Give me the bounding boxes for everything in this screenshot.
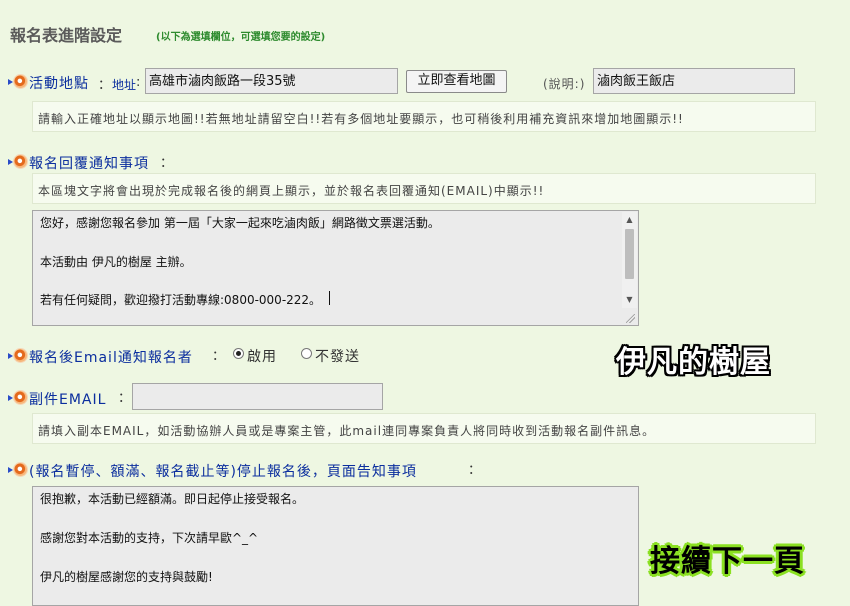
- location-colon: ：: [98, 78, 112, 93]
- textarea-scrollbar[interactable]: ▲ ▼: [622, 212, 637, 308]
- textarea-line: 很抱歉，本活動已經額滿。即日起停止接受報名。: [40, 492, 305, 506]
- reply-notice-label: 報名回覆通知事項: [29, 156, 149, 172]
- address-input[interactable]: 高雄市滷肉飯路一段35號: [145, 68, 398, 94]
- stop-notice-label: (報名暫停、額滿、報名截止等)停止報名後，頁面告知事項: [29, 464, 417, 480]
- orange-bullet-icon: [8, 75, 27, 88]
- orange-bullet-icon: [8, 349, 27, 362]
- radio-disable-label: 不發送: [315, 349, 360, 365]
- cc-email-input[interactable]: [132, 383, 383, 410]
- orange-bullet-icon: [8, 463, 27, 476]
- scroll-down-icon[interactable]: ▼: [624, 295, 635, 305]
- stop-notice-colon: ：: [468, 463, 482, 478]
- cc-email-label: 副件EMAIL: [29, 392, 107, 408]
- textarea-line: 若有任何疑問，歡迎撥打活動專線:0800-000-222。: [40, 293, 322, 307]
- scroll-thumb[interactable]: [625, 229, 634, 279]
- note-label: (說明:): [543, 77, 586, 91]
- scroll-up-icon[interactable]: ▲: [624, 215, 635, 225]
- textarea-line: 您好，感謝您報名參加 第一屆「大家一起來吃滷肉飯」網路徵文票選活動。: [40, 216, 440, 230]
- view-map-button[interactable]: 立即查看地圖: [406, 70, 507, 93]
- address-label: 地址: [112, 78, 137, 92]
- textarea-line: 本活動由 伊凡的樹屋 主辦。: [40, 255, 192, 269]
- page-subtitle: (以下為選填欄位，可選填您要的設定): [156, 32, 326, 43]
- text-caret: [329, 291, 330, 305]
- reply-notice-hint: 本區塊文字將會出現於完成報名後的網頁上顯示，並於報名表回覆通知(EMAIL)中顯…: [32, 173, 816, 204]
- resize-grip-icon[interactable]: [626, 314, 635, 323]
- location-hint: 請輸入正確地址以顯示地圖!!若無地址請留空白!!若有多個地址要顯示，也可稍後利用…: [32, 101, 816, 132]
- radio-disable[interactable]: [301, 348, 312, 359]
- watermark-top: 伊凡的樹屋: [616, 345, 771, 380]
- note-input[interactable]: 滷肉飯王飯店: [593, 68, 795, 94]
- location-label: 活動地點: [29, 76, 89, 92]
- textarea-line: 伊凡的樹屋感謝您的支持與鼓勵!: [40, 570, 213, 584]
- orange-bullet-icon: [8, 391, 27, 404]
- reply-notice-colon: ：: [160, 156, 174, 171]
- watermark-bottom: 接續下一頁: [650, 544, 805, 579]
- radio-enable-label: 啟用: [247, 349, 277, 365]
- cc-email-colon: ：: [118, 391, 132, 406]
- cc-email-hint: 請填入副本EMAIL，如活動協辦人員或是專案主管，此mail連同專案負責人將同時…: [32, 413, 816, 444]
- textarea-line: 感謝您對本活動的支持，下次請早歐^_^: [40, 531, 259, 545]
- email-notify-label: 報名後Email通知報名者: [29, 350, 193, 366]
- orange-bullet-icon: [8, 155, 27, 168]
- address-colon: :: [136, 75, 141, 90]
- stop-notice-textarea[interactable]: 很抱歉，本活動已經額滿。即日起停止接受報名。 感謝您對本活動的支持，下次請早歐^…: [32, 486, 639, 606]
- radio-enable[interactable]: [233, 348, 244, 359]
- email-notify-colon: ：: [212, 349, 226, 364]
- reply-notice-textarea[interactable]: 您好，感謝您報名參加 第一屆「大家一起來吃滷肉飯」網路徵文票選活動。 本活動由 …: [32, 210, 639, 326]
- page-title: 報名表進階設定: [10, 26, 123, 45]
